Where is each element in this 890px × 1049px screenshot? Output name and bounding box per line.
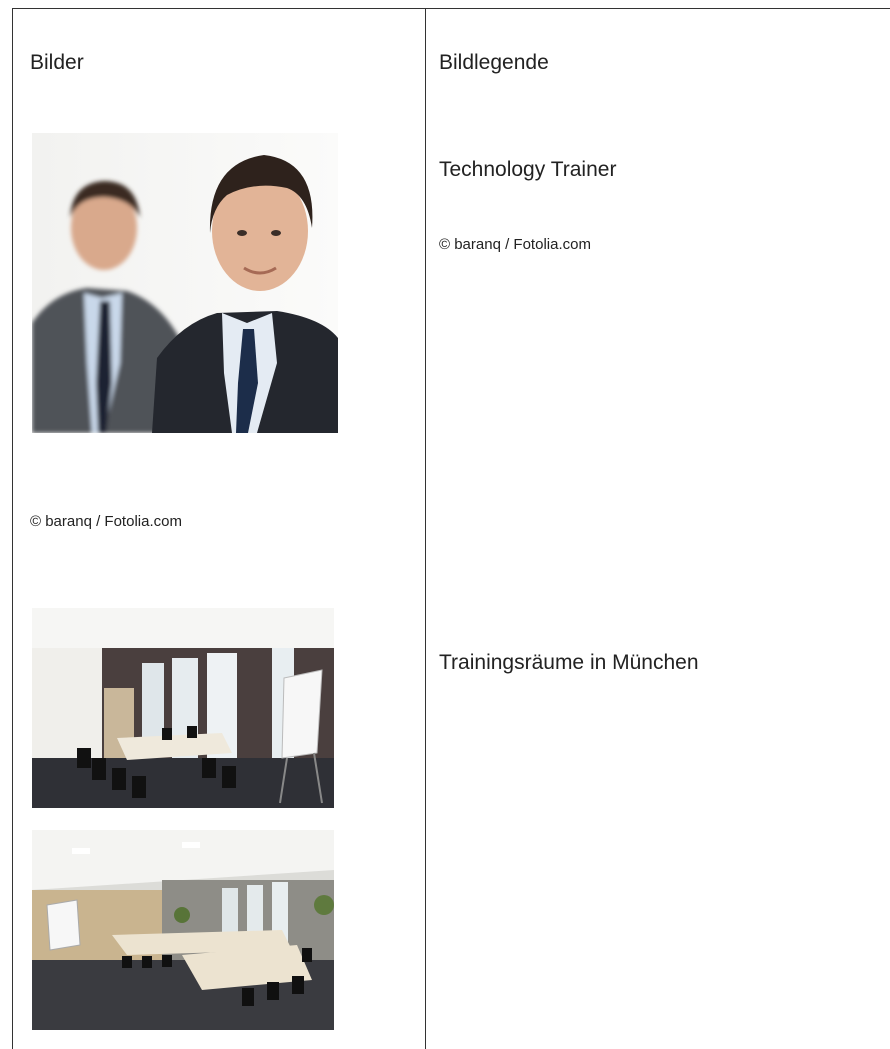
- image-credit: © baranq / Fotolia.com: [30, 513, 182, 530]
- column-header-images: Bilder: [30, 51, 84, 74]
- legend-credit: © baranq / Fotolia.com: [439, 236, 591, 253]
- businessmen-photo: [32, 133, 338, 433]
- training-room-photo-2: [32, 830, 334, 1030]
- legend-title-trainer: Technology Trainer: [439, 158, 617, 181]
- column-header-legend: Bildlegende: [439, 51, 549, 74]
- legend-title-rooms: Trainingsräume in München: [439, 651, 699, 674]
- column-divider: [425, 9, 426, 1049]
- training-room-photo-1: [32, 608, 334, 808]
